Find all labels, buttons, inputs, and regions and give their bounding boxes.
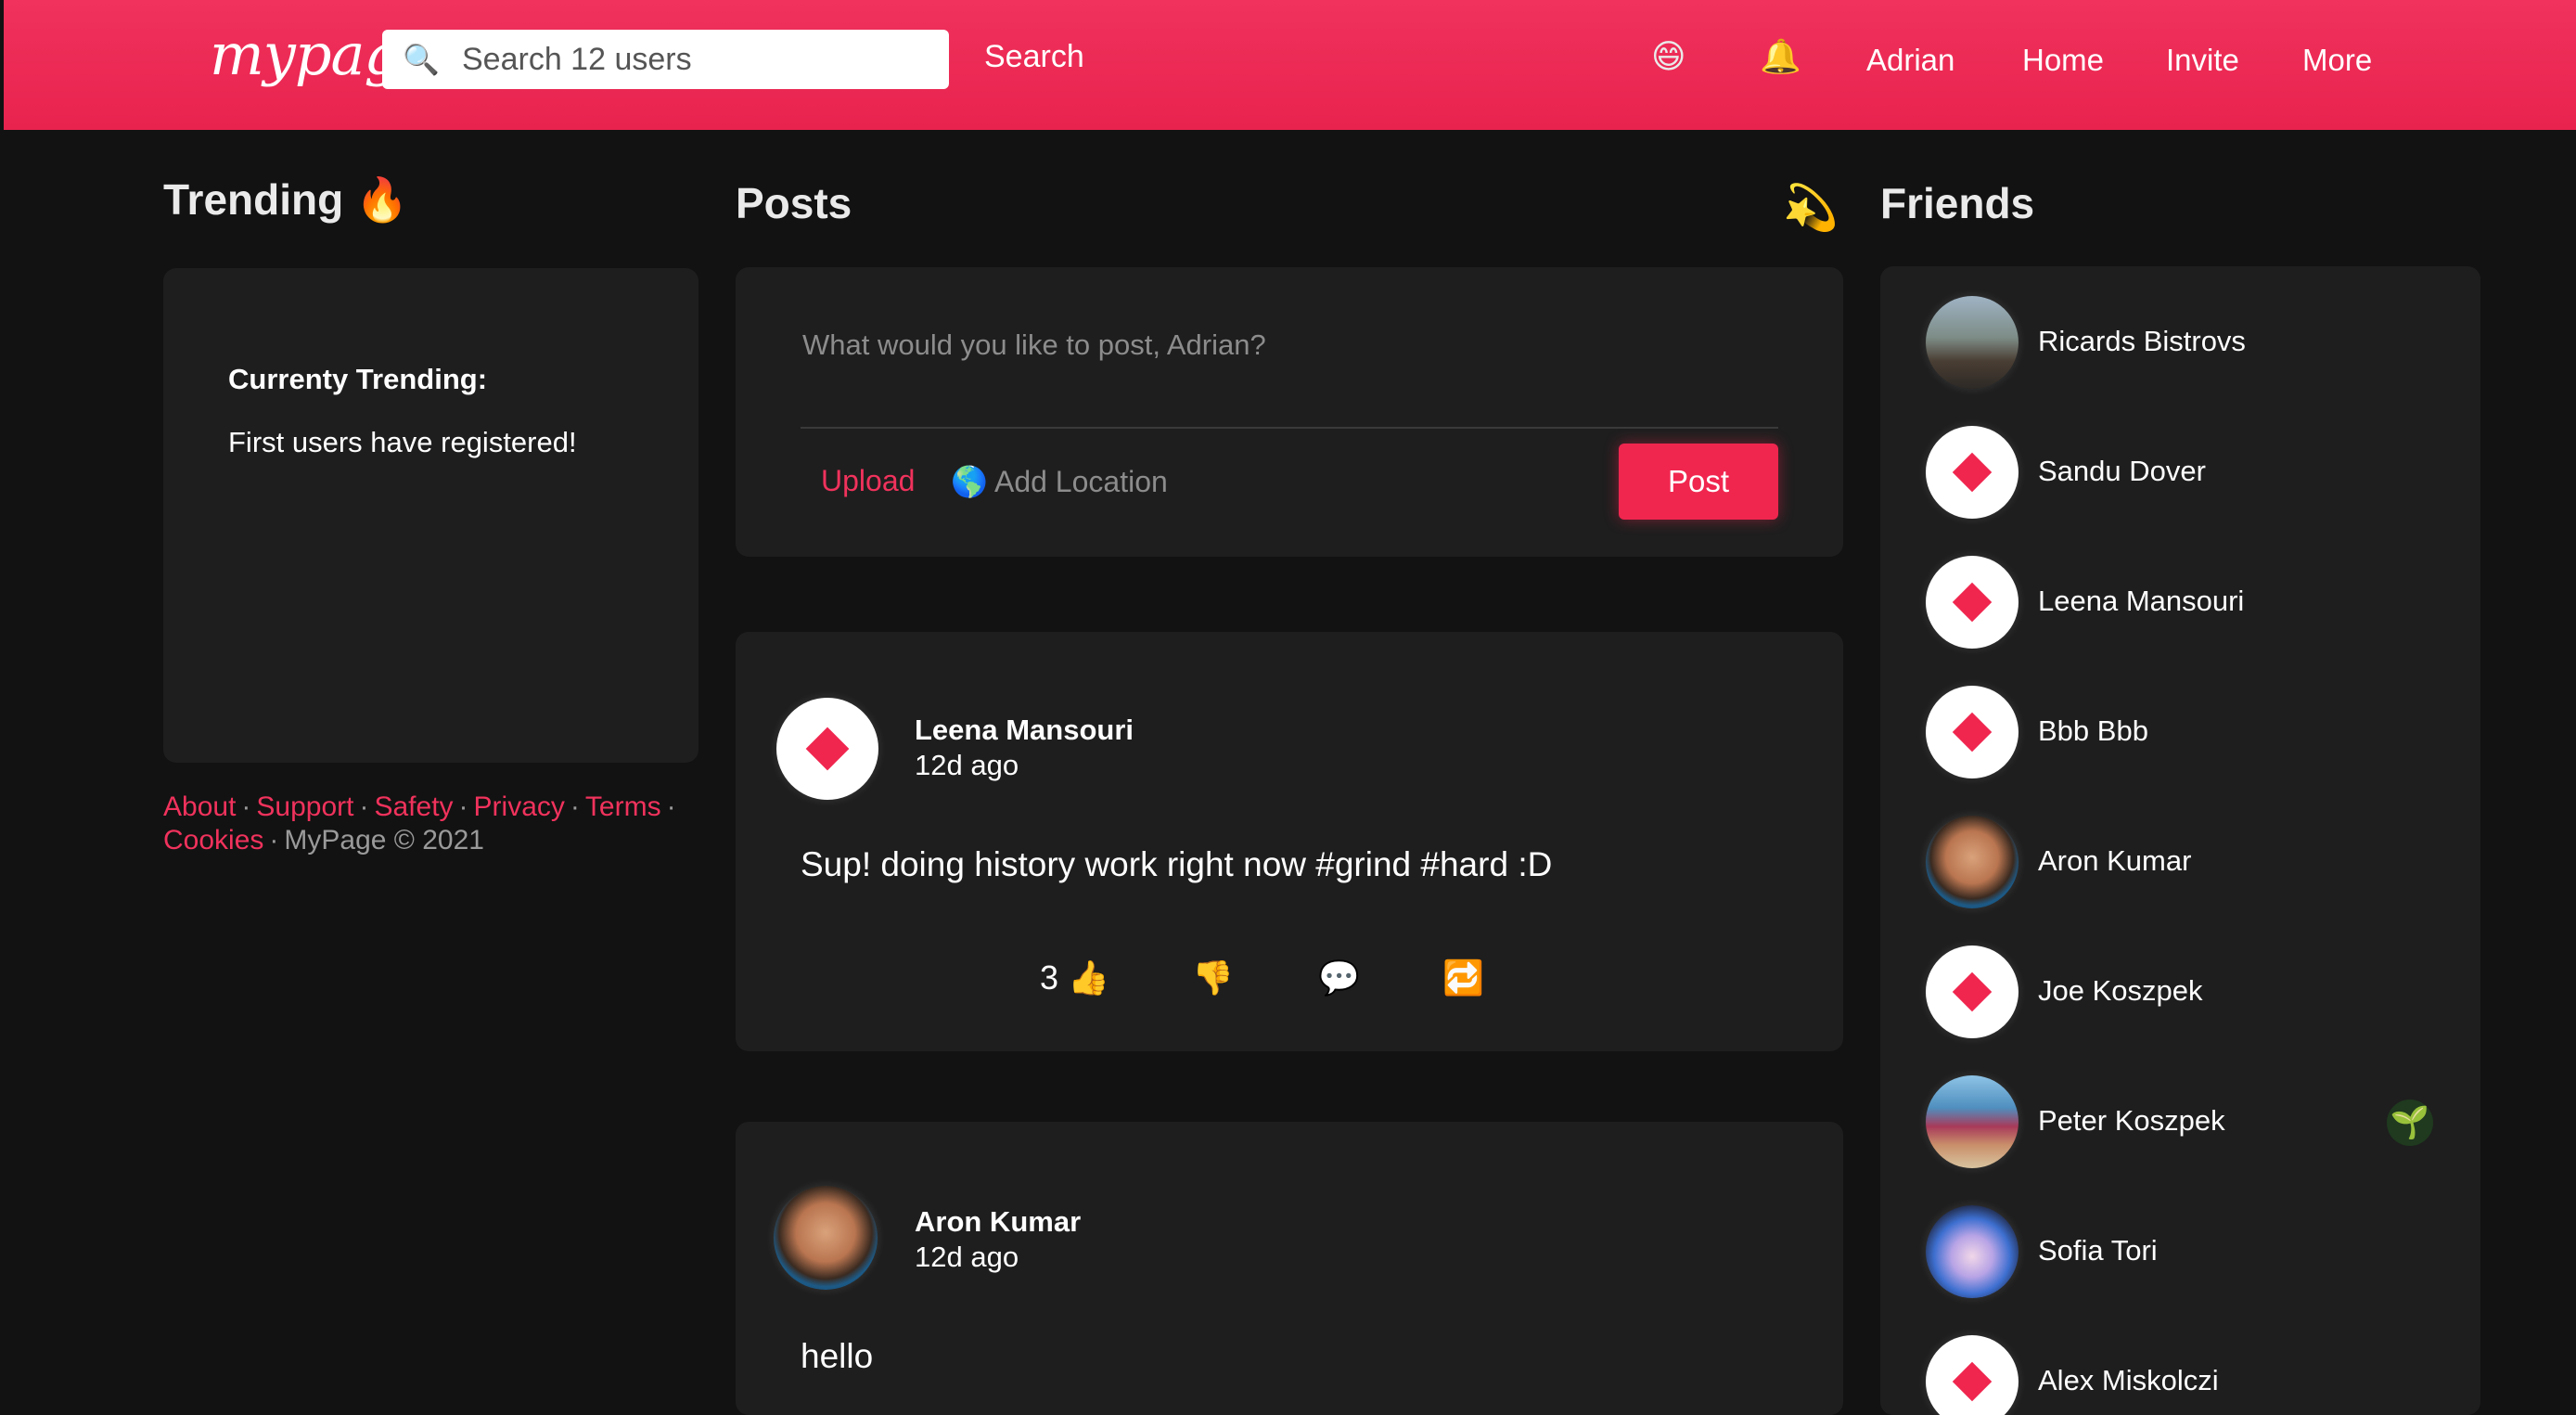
- footer-terms-link[interactable]: Terms: [585, 791, 661, 822]
- post-card: Leena Mansouri 12d ago Sup! doing histor…: [736, 632, 1843, 1051]
- footer-privacy-link[interactable]: Privacy: [474, 791, 565, 822]
- add-location-button[interactable]: 🌎 Add Location: [951, 464, 1168, 499]
- nav-profile-adrian[interactable]: Adrian: [1866, 43, 1954, 78]
- friend-name[interactable]: Bbb Bbb: [2038, 714, 2148, 748]
- bell-icon[interactable]: 🔔: [1760, 37, 1801, 76]
- post-body: Sup! doing history work right now #grind…: [801, 845, 1553, 883]
- page: mypage 🔍 Search 😄 🔔 Adrian Home Invite M…: [0, 0, 2576, 1415]
- add-location-label: Add Location: [993, 465, 1168, 498]
- avatar[interactable]: [1926, 686, 2019, 778]
- nav-invite[interactable]: Invite: [2166, 43, 2239, 78]
- composer-input[interactable]: [802, 328, 1767, 362]
- default-avatar-icon: [1952, 452, 1993, 493]
- default-avatar-icon: [1952, 712, 1993, 753]
- footer-cookies-link[interactable]: Cookies: [163, 825, 263, 855]
- like-count: 3: [1040, 958, 1059, 997]
- sprout-icon: 🌱: [2387, 1100, 2433, 1146]
- trending-heading: Currenty Trending:: [228, 363, 488, 395]
- search-icon: 🔍: [403, 43, 440, 76]
- trending-card: Currenty Trending: First users have regi…: [163, 268, 698, 763]
- dizzy-icon[interactable]: 💫: [1783, 181, 1839, 234]
- post-composer: Upload 🌎 Add Location Post: [736, 267, 1843, 557]
- avatar[interactable]: [1926, 1075, 2019, 1168]
- default-avatar-icon: [1952, 1361, 1993, 1402]
- avatar[interactable]: [1926, 1205, 2019, 1298]
- post-card: Aron Kumar 12d ago hello: [736, 1122, 1843, 1415]
- footer-separator: ·: [458, 791, 468, 822]
- friend-name[interactable]: Sandu Dover: [2038, 455, 2206, 488]
- upload-button[interactable]: Upload: [821, 464, 915, 498]
- search-input[interactable]: [462, 41, 944, 78]
- default-avatar-icon: [805, 727, 850, 771]
- globe-icon: 🌎: [951, 465, 988, 498]
- post-body: hello: [801, 1337, 874, 1375]
- friend-name[interactable]: Aron Kumar: [2038, 844, 2191, 878]
- copyright-text: MyPage © 2021: [284, 825, 484, 855]
- post-timestamp: 12d ago: [915, 749, 1019, 781]
- nav-more[interactable]: More: [2302, 43, 2372, 78]
- footer-separator: ·: [666, 791, 676, 822]
- friend-name[interactable]: Alex Miskolczi: [2038, 1364, 2219, 1397]
- comment-icon[interactable]: 💬: [1318, 958, 1360, 997]
- post-author[interactable]: Leena Mansouri: [915, 714, 1134, 747]
- avatar[interactable]: [776, 698, 878, 800]
- friends-title: Friends: [1880, 179, 2035, 227]
- avatar[interactable]: [1926, 945, 2019, 1038]
- nav-home[interactable]: Home: [2022, 43, 2104, 78]
- top-navbar: mypage 🔍 Search 😄 🔔 Adrian Home Invite M…: [4, 0, 2576, 130]
- emoji-status-icon[interactable]: 😄: [1651, 37, 1686, 76]
- thumbs-down-icon[interactable]: 👎: [1192, 958, 1234, 997]
- post-author[interactable]: Aron Kumar: [915, 1205, 1081, 1239]
- footer-support-link[interactable]: Support: [256, 791, 353, 822]
- search-button[interactable]: Search: [984, 39, 1084, 75]
- avatar[interactable]: [1926, 296, 2019, 389]
- footer-separator: ·: [241, 791, 251, 822]
- posts-title: Posts: [736, 179, 852, 227]
- post-timestamp: 12d ago: [915, 1241, 1019, 1273]
- composer-divider: [801, 427, 1778, 429]
- friend-name[interactable]: Ricards Bistrovs: [2038, 325, 2246, 358]
- like-button[interactable]: 3 👍: [1040, 958, 1109, 997]
- avatar[interactable]: [1926, 816, 2019, 908]
- avatar[interactable]: [1926, 426, 2019, 519]
- avatar[interactable]: [1926, 556, 2019, 649]
- repost-icon[interactable]: 🔁: [1442, 958, 1484, 997]
- search-box[interactable]: 🔍: [382, 30, 949, 89]
- footer-links: About · Support · Safety · Privacy · Terms · Cooki…: [163, 791, 711, 857]
- footer-separator: ·: [359, 791, 369, 822]
- friend-name[interactable]: Peter Koszpek: [2038, 1104, 2225, 1138]
- default-avatar-icon: [1952, 582, 1993, 623]
- avatar[interactable]: [774, 1186, 878, 1290]
- footer-separator: ·: [269, 825, 279, 855]
- friend-name[interactable]: Sofia Tori: [2038, 1234, 2158, 1267]
- friend-name[interactable]: Leena Mansouri: [2038, 585, 2244, 618]
- footer-safety-link[interactable]: Safety: [374, 791, 453, 822]
- default-avatar-icon: [1952, 971, 1993, 1012]
- thumbs-up-icon: 👍: [1068, 958, 1109, 997]
- post-button[interactable]: Post: [1619, 444, 1778, 520]
- footer-separator: ·: [570, 791, 580, 822]
- trending-text: First users have registered!: [228, 426, 577, 458]
- friend-name[interactable]: Joe Koszpek: [2038, 974, 2203, 1008]
- trending-title: Trending 🔥: [163, 175, 409, 224]
- footer-about-link[interactable]: About: [163, 791, 236, 822]
